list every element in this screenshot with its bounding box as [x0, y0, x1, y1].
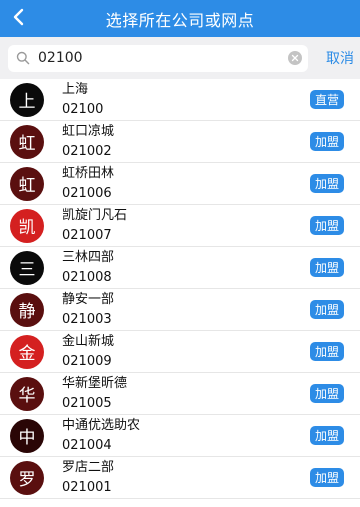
avatar: 凯	[10, 208, 44, 243]
company-type-badge[interactable]: 加盟	[310, 384, 344, 403]
list-item[interactable]: 三 三林四部 021008 加盟	[0, 247, 360, 289]
avatar: 虹	[10, 124, 44, 159]
company-code: 021004	[62, 437, 112, 453]
company-name: 金山新城	[62, 333, 115, 349]
company-code: 021003	[62, 311, 112, 327]
item-info: 罗店二部 021001	[62, 459, 310, 497]
avatar: 中	[10, 418, 44, 453]
search-input[interactable]	[38, 48, 288, 68]
item-info: 金山新城 021009	[62, 333, 310, 371]
company-name: 静安一部	[62, 291, 115, 307]
item-info: 虹桥田林 021006	[62, 165, 310, 203]
list-item[interactable]: 虹 虹桥田林 021006 加盟	[0, 163, 360, 205]
avatar: 静	[10, 292, 44, 327]
list-item[interactable]: 上 上海 02100 直营	[0, 79, 360, 121]
search-bar: 取消	[0, 37, 360, 79]
list-item[interactable]: 罗 罗店二部 021001 加盟	[0, 457, 360, 499]
company-code: 021006	[62, 185, 112, 201]
item-info: 虹口凉城 021002	[62, 123, 310, 161]
company-name: 上海	[62, 81, 89, 97]
company-code: 02100	[62, 101, 104, 117]
list-item[interactable]: 金 金山新城 021009 加盟	[0, 331, 360, 373]
page-title: 选择所在公司或网点	[105, 10, 255, 30]
item-info: 凯旋门凡石 021007	[62, 207, 310, 245]
company-code: 021005	[62, 395, 112, 411]
avatar: 上	[10, 82, 44, 117]
avatar: 罗	[10, 460, 44, 495]
company-name: 凯旋门凡石	[62, 207, 128, 223]
company-type-badge[interactable]: 加盟	[310, 426, 344, 445]
company-type-badge[interactable]: 加盟	[310, 300, 344, 319]
company-name: 中通优选助农	[62, 417, 141, 433]
item-info: 上海 02100	[62, 81, 310, 119]
company-code: 021001	[62, 479, 112, 495]
clear-icon[interactable]	[288, 51, 302, 65]
list-item[interactable]: 华 华新堡昕德 021005 加盟	[0, 373, 360, 415]
company-type-badge[interactable]: 加盟	[310, 216, 344, 235]
company-code: 021008	[62, 269, 112, 285]
company-type-badge[interactable]: 加盟	[310, 174, 344, 193]
company-type-badge[interactable]: 直营	[310, 90, 344, 109]
company-type-badge[interactable]: 加盟	[310, 132, 344, 151]
company-list: 上上海 02100 直营虹虹口凉城 021002 加盟虹虹桥田林 021006 加盟凯凯旋门…	[0, 79, 360, 499]
app-header: 选择所在公司或网点	[0, 0, 360, 37]
company-name: 虹桥田林	[62, 165, 115, 181]
company-code: 021007	[62, 227, 112, 243]
list-item[interactable]: 静 静安一部 021003 加盟	[0, 289, 360, 331]
avatar: 虹	[10, 166, 44, 201]
list-item[interactable]: 中 中通优选助农 021004 加盟	[0, 415, 360, 457]
search-box[interactable]	[8, 44, 308, 72]
avatar: 三	[10, 250, 44, 285]
search-icon	[16, 51, 30, 65]
company-name: 虹口凉城	[62, 123, 115, 139]
company-name: 三林四部	[62, 249, 115, 265]
list-item[interactable]: 凯 凯旋门凡石 021007 加盟	[0, 205, 360, 247]
avatar: 华	[10, 376, 44, 411]
back-button[interactable]	[0, 0, 36, 37]
company-code: 021002	[62, 143, 112, 159]
item-info: 华新堡昕德 021005	[62, 375, 310, 413]
item-info: 静安一部 021003	[62, 291, 310, 329]
chevron-left-icon	[12, 8, 24, 30]
cancel-button[interactable]: 取消	[312, 48, 354, 68]
item-info: 三林四部 021008	[62, 249, 310, 287]
avatar: 金	[10, 334, 44, 369]
item-info: 中通优选助农 021004	[62, 417, 310, 455]
company-type-badge[interactable]: 加盟	[310, 468, 344, 487]
list-item[interactable]: 虹 虹口凉城 021002 加盟	[0, 121, 360, 163]
company-type-badge[interactable]: 加盟	[310, 342, 344, 361]
company-type-badge[interactable]: 加盟	[310, 258, 344, 277]
company-name: 华新堡昕德	[62, 375, 128, 391]
company-code: 021009	[62, 353, 112, 369]
company-name: 罗店二部	[62, 459, 115, 475]
